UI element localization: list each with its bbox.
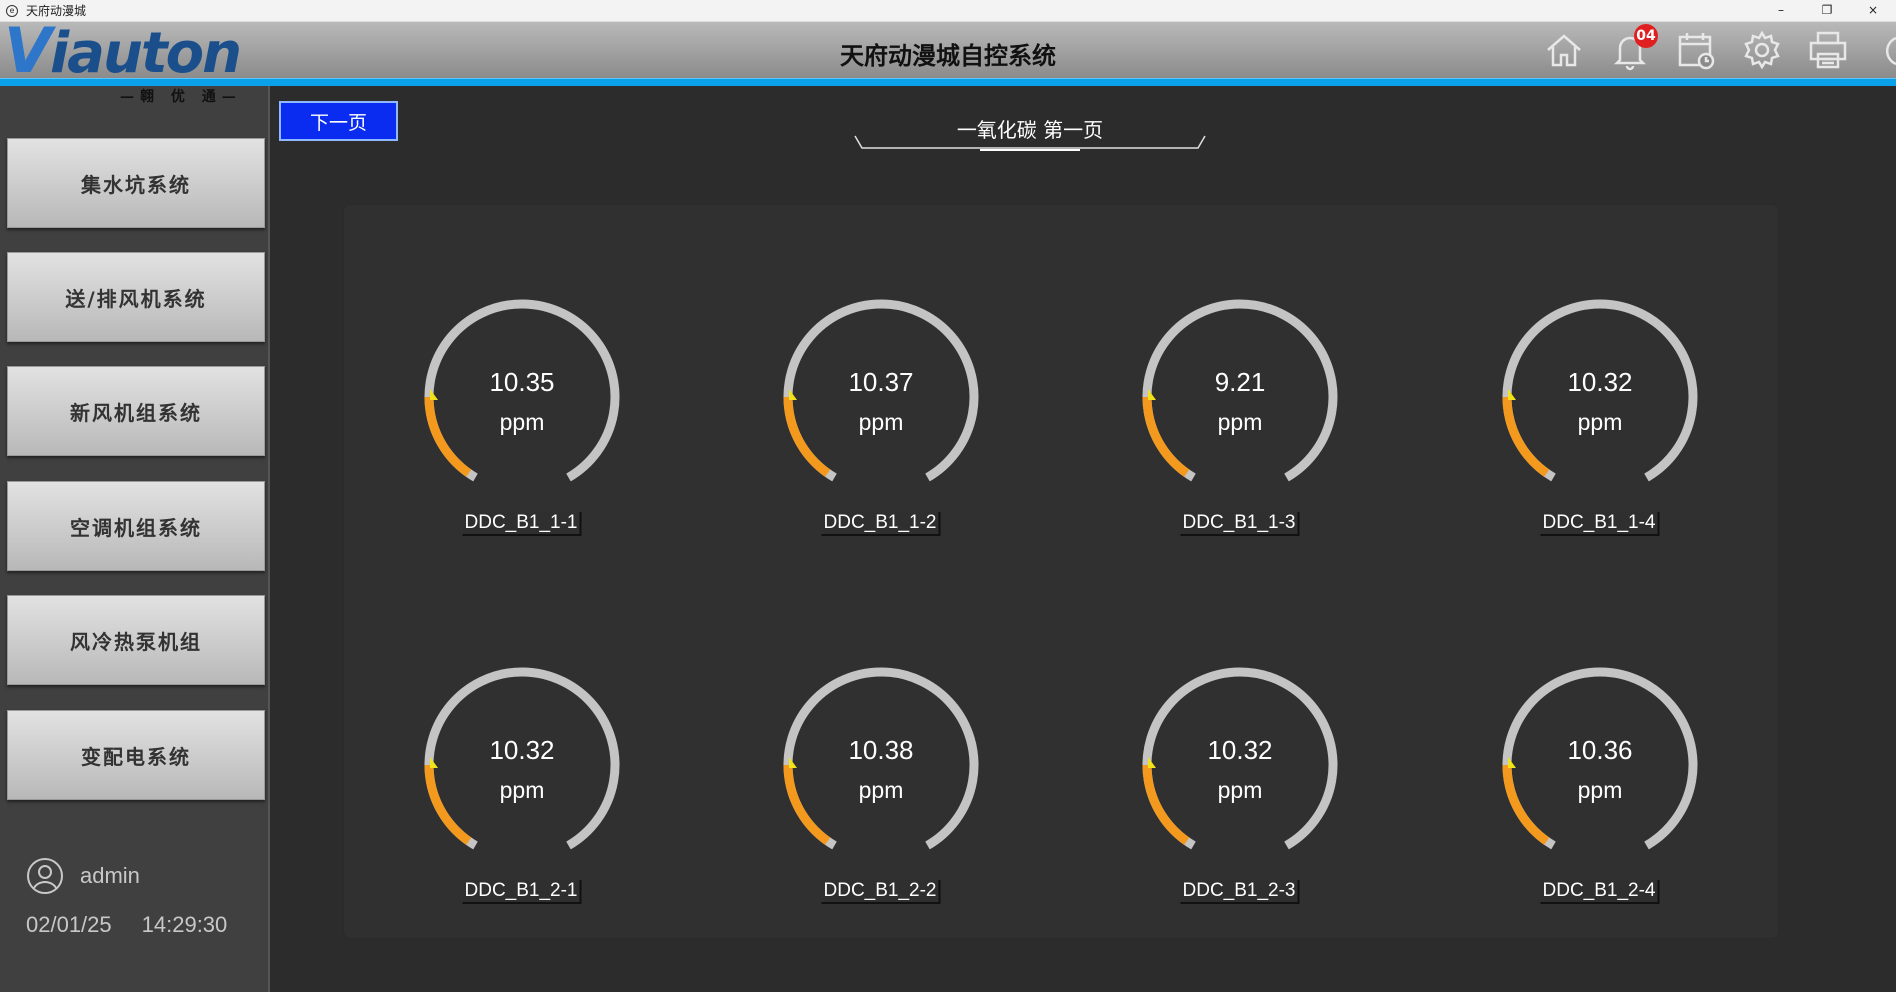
gauge-value: 10.32 [1567,367,1633,397]
gauge-value: 10.38 [848,735,914,765]
gauge-device-label: DDC_B1_2-4 [1540,880,1660,904]
co-gauge: 9.21 ppm DDC_B1_1-3 [1130,287,1350,547]
co-gauge: 10.38 ppm DDC_B1_2-2 [771,655,991,915]
app-header: Viauton 天府动漫城自控系统 04 [0,20,1896,83]
user-icon [27,858,63,894]
sidebar: —翱 优 通— 集水坑系统 送/排风机系统 新风机组系统 空调机组系统 风冷热泵… [0,86,270,992]
calendar-icon[interactable] [1674,28,1718,72]
username: admin [80,863,140,888]
current-time: 14:29:30 [141,912,228,937]
gauge-device-label: DDC_B1_2-3 [1180,880,1300,904]
gear-icon[interactable] [1740,28,1784,72]
gauge-value: 10.32 [1207,735,1273,765]
window-titlebar: e 天府动漫城 – ❐ × [0,0,1896,22]
co-gauge: 10.35 ppm DDC_B1_1-1 [412,287,632,547]
gauge-unit: ppm [499,409,545,435]
close-button[interactable]: × [1850,0,1896,22]
page-title-frame: 一氧化碳 第一页 [850,110,1210,154]
gauge-value: 10.36 [1567,735,1633,765]
gauge-unit: ppm [499,777,545,803]
gauge-value: 10.35 [489,367,555,397]
restore-button[interactable]: ❐ [1804,0,1850,22]
sidebar-item-ahu-system[interactable]: 空调机组系统 [7,481,265,571]
header-stripe [0,78,1896,86]
printer-icon[interactable] [1806,28,1850,72]
gauge-value: 10.37 [848,367,914,397]
co-gauge: 10.32 ppm DDC_B1_1-4 [1490,287,1710,547]
power-icon[interactable] [1872,28,1896,72]
user-area: admin 02/01/25 14:29:30 [26,856,256,938]
page-title: 一氧化碳 第一页 [956,118,1104,142]
current-date: 02/01/25 [26,912,112,937]
gauge-unit: ppm [858,777,904,803]
sidebar-item-supply-exhaust-fan[interactable]: 送/排风机系统 [7,252,265,342]
co-gauge: 10.32 ppm DDC_B1_2-1 [412,655,632,915]
bell-icon[interactable]: 04 [1608,24,1658,72]
gauge-device-label: DDC_B1_2-1 [462,880,582,904]
gauge-device-label: DDC_B1_1-4 [1540,512,1660,536]
gauge-unit: ppm [858,409,904,435]
gauge-device-label: DDC_B1_1-2 [821,512,941,536]
logo-subtitle: —翱 优 通— [120,89,242,105]
gauge-unit: ppm [1577,777,1623,803]
gauge-unit: ppm [1217,409,1263,435]
gauge-unit: ppm [1577,409,1623,435]
sidebar-item-sump-system[interactable]: 集水坑系统 [7,138,265,228]
co-gauge: 10.37 ppm DDC_B1_1-2 [771,287,991,547]
sidebar-item-heat-pump[interactable]: 风冷热泵机组 [7,595,265,685]
gauge-value: 10.32 [489,735,555,765]
minimize-button[interactable]: – [1758,0,1804,22]
home-icon[interactable] [1542,28,1586,72]
sidebar-item-power-distribution[interactable]: 变配电系统 [7,710,265,800]
notification-badge: 04 [1634,24,1658,48]
gauge-device-label: DDC_B1_1-3 [1180,512,1300,536]
gauge-value: 9.21 [1214,367,1266,397]
gauge-device-label: DDC_B1_2-2 [821,880,941,904]
co-gauge: 10.32 ppm DDC_B1_2-3 [1130,655,1350,915]
sidebar-item-fresh-air-unit[interactable]: 新风机组系统 [7,366,265,456]
next-page-button[interactable]: 下一页 [279,101,398,141]
co-gauge: 10.36 ppm DDC_B1_2-4 [1490,655,1710,915]
gauge-unit: ppm [1217,777,1263,803]
gauge-device-label: DDC_B1_1-1 [462,512,582,536]
